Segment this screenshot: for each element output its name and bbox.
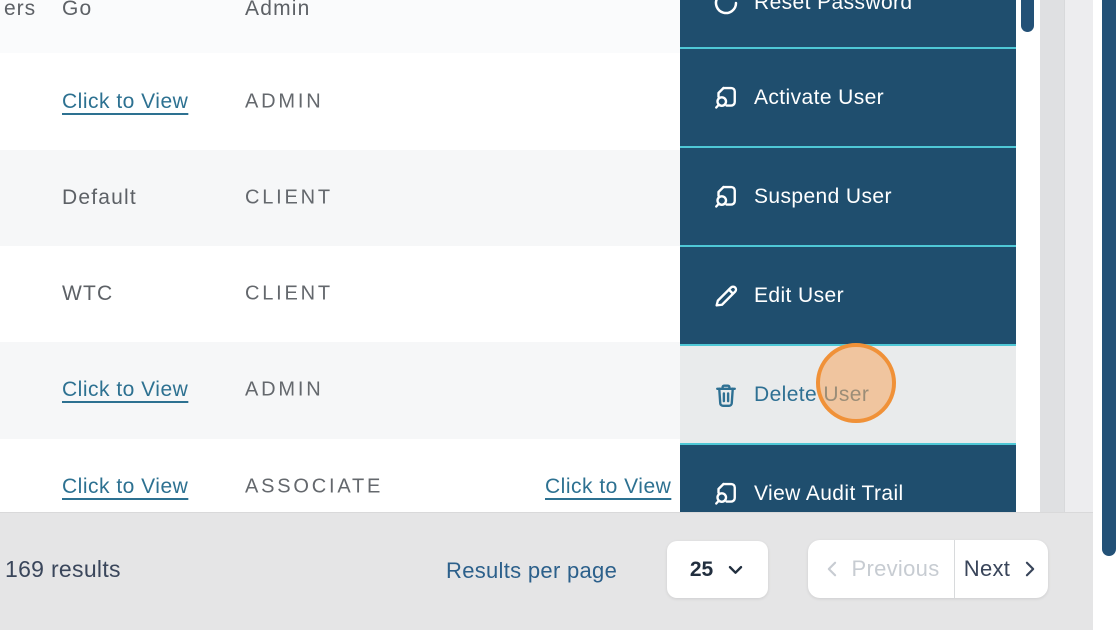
click-to-view-link[interactable]: Click to View — [62, 90, 188, 114]
role-cell: CLIENT — [245, 187, 333, 210]
click-indicator — [816, 343, 896, 423]
role-cell: ADMIN — [245, 91, 323, 114]
click-to-view-link[interactable]: Click to View — [62, 475, 188, 499]
page-scrollbar-thumb[interactable] — [1102, 0, 1116, 556]
results-per-page-label: Results per page — [446, 558, 617, 584]
results-count: 169 results — [5, 556, 121, 583]
next-button[interactable]: Next — [955, 540, 1048, 598]
chevron-right-icon — [1019, 559, 1039, 579]
pager: Previous Next — [808, 540, 1048, 598]
menu-item-edit-user[interactable]: Edit User — [680, 245, 1016, 344]
menu-item-label: Edit User — [754, 284, 844, 308]
role-cell: ADMIN — [245, 379, 323, 402]
name-cell: WTC — [62, 282, 113, 306]
chevron-left-icon — [823, 559, 843, 579]
menu-item-label: Activate User — [754, 86, 884, 110]
page-gutter — [1064, 0, 1093, 512]
menu-scrollbar-track — [1016, 0, 1040, 512]
next-label: Next — [964, 556, 1010, 582]
column-fragment: ers — [4, 0, 36, 21]
menu-item-activate-user[interactable]: Activate User — [680, 47, 1016, 146]
file-search-icon — [710, 181, 742, 213]
name-cell: Default — [62, 186, 137, 210]
user-management-screen: ers Go Admin Click to View ADMIN Default… — [0, 0, 1120, 630]
file-search-icon — [710, 478, 742, 510]
previous-button[interactable]: Previous — [808, 540, 955, 598]
page-size-select[interactable]: 25 — [667, 541, 768, 598]
menu-item-reset-password[interactable]: Reset Password — [680, 0, 1016, 47]
reset-icon — [710, 0, 742, 19]
menu-scrollbar-thumb[interactable] — [1021, 0, 1034, 32]
previous-label: Previous — [852, 556, 940, 582]
menu-item-label: View Audit Trail — [754, 482, 904, 506]
click-to-view-link[interactable]: Click to View — [62, 378, 188, 402]
menu-item-label: Reset Password — [754, 0, 913, 15]
role-cell: Admin — [245, 0, 311, 21]
chevron-down-icon — [726, 560, 745, 579]
name-cell: Go — [62, 0, 92, 21]
click-to-view-link[interactable]: Click to View — [545, 475, 671, 499]
menu-item-suspend-user[interactable]: Suspend User — [680, 146, 1016, 245]
menu-item-label: Suspend User — [754, 185, 892, 209]
role-cell: ASSOCIATE — [245, 476, 383, 499]
table-scroll-track — [1040, 0, 1064, 512]
page-scrollbar-track — [1093, 0, 1120, 630]
file-search-icon — [710, 82, 742, 114]
role-cell: CLIENT — [245, 283, 333, 306]
page-size-value: 25 — [690, 558, 713, 582]
trash-icon — [710, 379, 742, 411]
pencil-icon — [710, 280, 742, 312]
actions-menu: Reset Password Activate User — [680, 0, 1016, 542]
